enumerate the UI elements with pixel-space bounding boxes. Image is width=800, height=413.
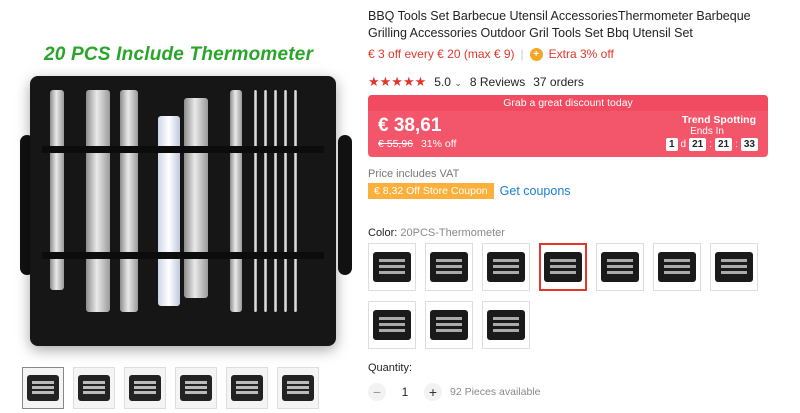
thumbnail[interactable] — [73, 367, 115, 409]
quantity-stepper: − 1 + 92 Pieces available — [368, 383, 540, 401]
vat-note: Price includes VAT — [368, 168, 460, 180]
deal-banner: Grab a great discount today € 38,61 € 55… — [368, 95, 768, 157]
promo-row: € 3 off every € 20 (max € 9) | + Extra 3… — [368, 47, 614, 61]
case-handle-right — [338, 135, 352, 275]
deal-banner-title: Grab a great discount today — [368, 95, 768, 111]
rating-value[interactable]: 5.0 ⌄ — [434, 75, 462, 89]
timer-days: 1 — [665, 138, 678, 151]
coupon-row: € 8,32 Off Store Coupon Get coupons — [368, 183, 571, 199]
thumbnail-strip — [22, 367, 319, 409]
product-gallery: 20 PCS Include Thermometer — [0, 0, 355, 413]
ends-in-label: Ends In — [690, 126, 724, 137]
quantity-minus-button[interactable]: − — [368, 383, 386, 401]
color-swatch[interactable] — [482, 301, 530, 349]
thumbnail[interactable] — [22, 367, 64, 409]
timer-minutes: 21 — [714, 138, 733, 151]
rating-row: ★★★★★ 5.0 ⌄ 8 Reviews 37 orders — [368, 74, 584, 90]
color-swatch[interactable] — [425, 301, 473, 349]
star-rating-icon: ★★★★★ — [368, 74, 427, 89]
color-swatch[interactable] — [368, 243, 416, 291]
pieces-available: 92 Pieces available — [450, 386, 541, 398]
thumbnail[interactable] — [277, 367, 319, 409]
thumbnail[interactable] — [226, 367, 268, 409]
bbq-tool-case — [30, 76, 336, 346]
thumbnail[interactable] — [124, 367, 166, 409]
promo-discount[interactable]: € 3 off every € 20 (max € 9) — [368, 47, 515, 61]
reviews-link[interactable]: 8 Reviews — [470, 75, 525, 89]
timer-colon: : — [709, 139, 712, 150]
image-headline: 20 PCS Include Thermometer — [44, 44, 314, 65]
countdown-timer: 1 d 21 : 21 : 33 — [665, 138, 758, 151]
main-product-image[interactable]: 20 PCS Include Thermometer — [8, 20, 352, 350]
quantity-value[interactable]: 1 — [394, 385, 416, 399]
color-swatch[interactable] — [425, 243, 473, 291]
discount-percent: 31% off — [420, 138, 457, 150]
old-price-row: € 55,96 31% off — [378, 138, 456, 150]
get-coupons-link[interactable]: Get coupons — [500, 184, 571, 198]
timer-hours: 21 — [689, 138, 707, 151]
timer-colon: : — [735, 139, 738, 150]
timer-seconds: 33 — [740, 138, 758, 151]
store-coupon-badge[interactable]: € 8,32 Off Store Coupon — [368, 183, 494, 199]
color-swatch-selected[interactable] — [539, 243, 587, 291]
current-price: € 38,61 — [378, 115, 442, 136]
color-swatch[interactable] — [653, 243, 701, 291]
old-price: € 55,96 — [378, 138, 414, 150]
trend-spotting-label: Trend Spotting — [681, 114, 756, 126]
extra-offer-icon: + — [529, 47, 543, 61]
chevron-down-icon: ⌄ — [454, 78, 462, 88]
product-title: BBQ Tools Set Barbecue Utensil Accessori… — [368, 9, 751, 40]
color-swatch[interactable] — [596, 243, 644, 291]
promo-separator: | — [520, 47, 524, 61]
promo-extra[interactable]: Extra 3% off — [549, 47, 614, 61]
selected-color: 20PCS-Thermometer — [400, 227, 505, 239]
timer-d-label: d — [680, 139, 687, 150]
color-label: Color: 20PCS-Thermometer — [368, 227, 505, 239]
color-swatch[interactable] — [482, 243, 530, 291]
quantity-plus-button[interactable]: + — [424, 383, 442, 401]
thumbnail[interactable] — [175, 367, 217, 409]
orders-count: 37 orders — [533, 75, 584, 89]
quantity-label: Quantity: — [368, 362, 413, 374]
color-swatch[interactable] — [368, 301, 416, 349]
color-swatch[interactable] — [710, 243, 758, 291]
